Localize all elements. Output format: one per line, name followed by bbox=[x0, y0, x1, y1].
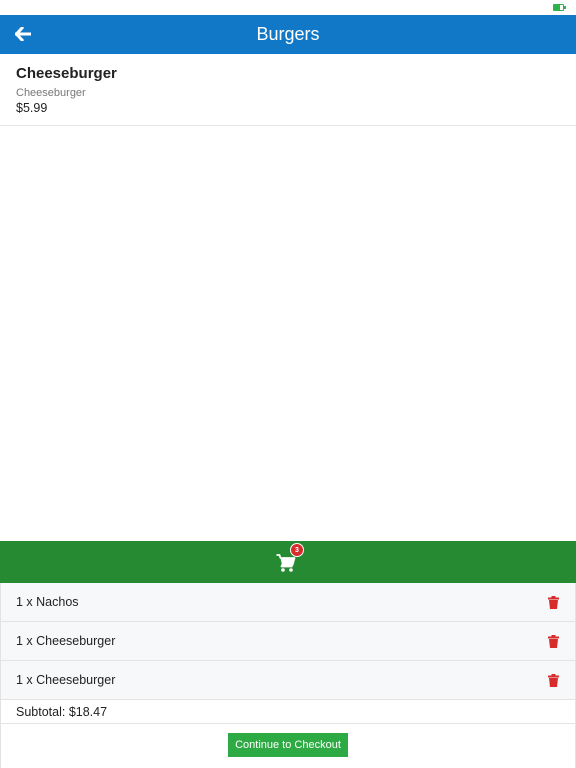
cart-item: 1 x Nachos bbox=[1, 583, 575, 622]
cart-item-label: 1 x Cheeseburger bbox=[16, 673, 116, 687]
cart-item-label: 1 x Cheeseburger bbox=[16, 634, 116, 648]
trash-icon bbox=[547, 634, 559, 648]
continue-to-checkout-button[interactable]: Continue to Checkout bbox=[228, 733, 348, 757]
cart-subtotal: Subtotal: $18.47 bbox=[1, 700, 575, 724]
remove-item-button[interactable] bbox=[546, 633, 560, 649]
back-button[interactable] bbox=[8, 19, 38, 49]
battery-icon bbox=[553, 4, 566, 11]
cart-bar[interactable]: 3 bbox=[0, 541, 576, 583]
trash-icon bbox=[547, 673, 559, 687]
product-name: Cheeseburger bbox=[16, 65, 117, 82]
checkout-row: Continue to Checkout bbox=[1, 724, 575, 766]
cart-button[interactable]: 3 bbox=[276, 543, 304, 574]
cart-count-badge: 3 bbox=[290, 543, 304, 557]
product-item[interactable]: Cheeseburger Cheeseburger $5.99 bbox=[0, 54, 576, 126]
cart-panel: 1 x Nachos 1 x Cheeseburger 1 x Cheesebu… bbox=[0, 583, 576, 768]
cart-item-label: 1 x Nachos bbox=[16, 595, 79, 609]
trash-icon bbox=[547, 595, 559, 609]
product-price: $5.99 bbox=[16, 101, 48, 115]
remove-item-button[interactable] bbox=[546, 594, 560, 610]
remove-item-button[interactable] bbox=[546, 672, 560, 688]
cart-item: 1 x Cheeseburger bbox=[1, 622, 575, 661]
product-description: Cheeseburger bbox=[16, 87, 86, 99]
header: Burgers bbox=[0, 15, 576, 54]
status-bar bbox=[0, 0, 576, 15]
page-title: Burgers bbox=[256, 24, 320, 44]
cart-item: 1 x Cheeseburger bbox=[1, 661, 575, 700]
arrow-left-icon bbox=[15, 27, 31, 41]
